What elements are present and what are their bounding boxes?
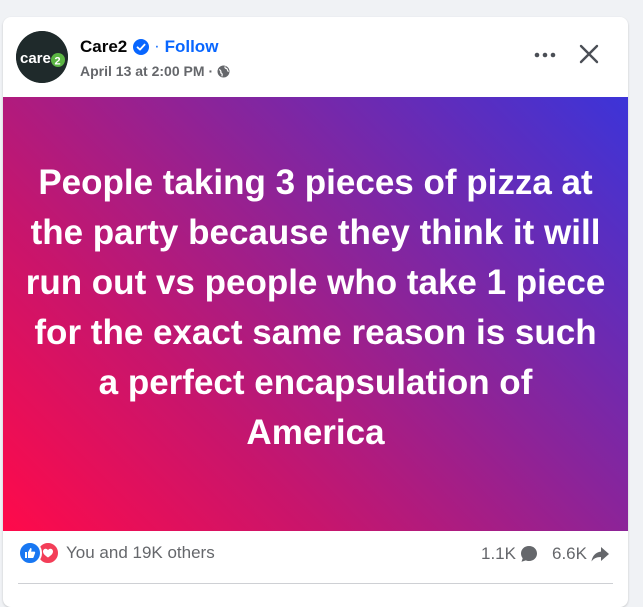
shares-count-button[interactable]: 6.6K [552, 544, 610, 564]
post-header: care 2 Care2 · Follow April 13 at 2:00 P… [3, 17, 628, 97]
post-image[interactable]: People taking 3 pieces of pizza at the p… [3, 97, 628, 531]
like-reaction-icon [18, 541, 42, 565]
avatar[interactable]: care 2 [16, 31, 68, 83]
comments-count: 1.1K [481, 544, 516, 563]
post-meta: April 13 at 2:00 PM · [80, 63, 230, 79]
post-card: care 2 Care2 · Follow April 13 at 2:00 P… [3, 17, 628, 607]
post-timestamp[interactable]: April 13 at 2:00 PM [80, 63, 205, 79]
author-row: Care2 · Follow [80, 36, 218, 58]
verified-badge-icon [133, 39, 150, 55]
comments-count-button[interactable]: 1.1K [481, 544, 539, 564]
meta-separator: · [208, 63, 214, 79]
post-text: People taking 3 pieces of pizza at the p… [25, 163, 606, 452]
share-icon [591, 547, 609, 562]
comment-icon [520, 546, 537, 562]
reactions-summary[interactable]: You and 19K others [18, 541, 215, 565]
reactions-count: You and 19K others [66, 543, 215, 562]
svg-text:care: care [20, 50, 51, 67]
shares-count: 6.6K [552, 544, 587, 563]
svg-text:2: 2 [55, 56, 61, 68]
close-icon[interactable] [576, 41, 602, 67]
follow-button[interactable]: Follow [165, 37, 219, 57]
footer-divider [18, 583, 613, 584]
post-footer: You and 19K others 1.1K 6.6K [3, 531, 628, 593]
globe-icon[interactable] [217, 65, 230, 78]
separator: · [154, 38, 160, 55]
author-name[interactable]: Care2 [80, 37, 127, 57]
more-options-icon[interactable] [531, 43, 559, 67]
care2-logo: care 2 [16, 31, 68, 83]
